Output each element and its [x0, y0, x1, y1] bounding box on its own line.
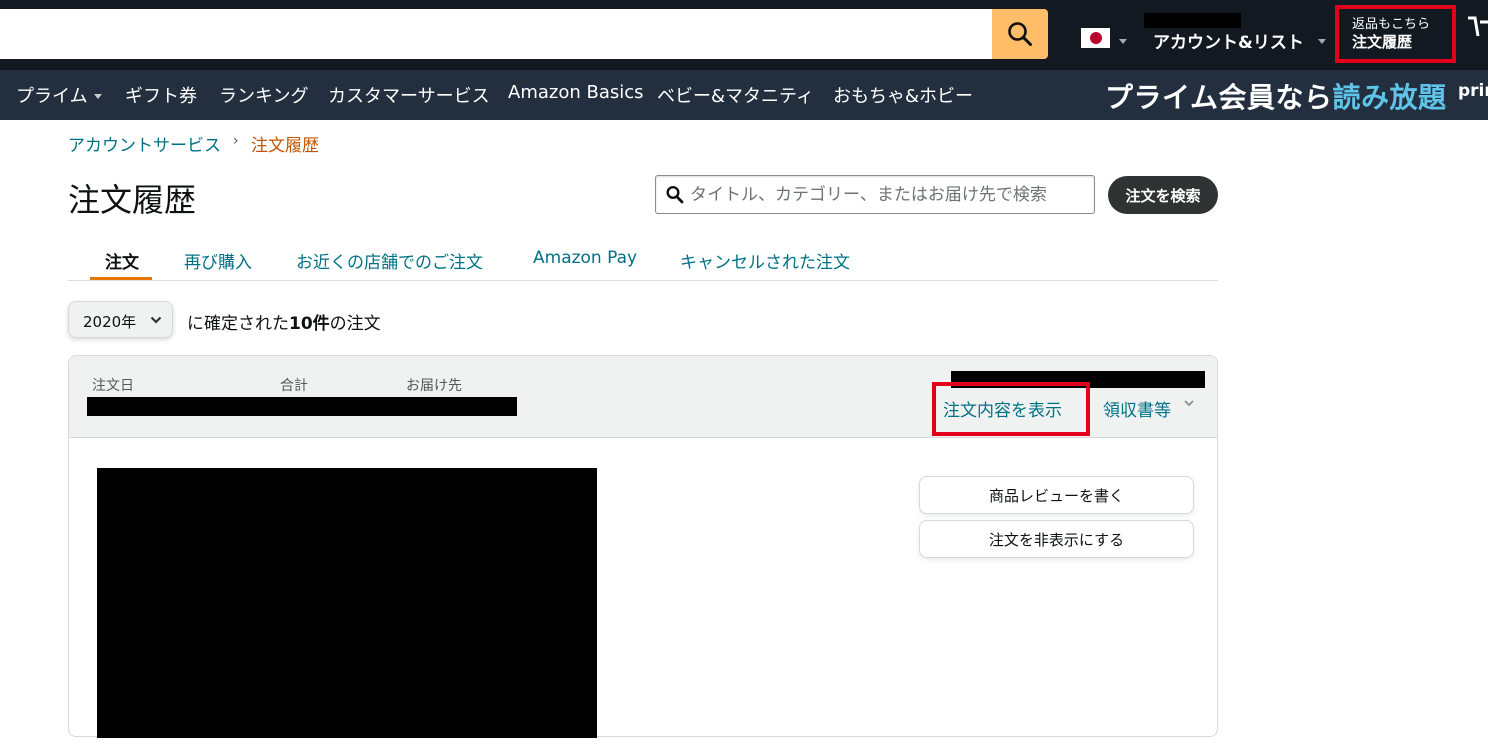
ship-to-label: お届け先 — [406, 378, 462, 394]
prime-promo-banner[interactable]: プライム会員なら読み放題 — [1105, 76, 1446, 116]
breadcrumb-separator-icon: › — [233, 133, 239, 149]
breadcrumb-account-services[interactable]: アカウントサービス — [68, 131, 221, 156]
redacted-account-name — [1144, 13, 1241, 28]
subnav-item-baby[interactable]: ベビー&マタニティ — [657, 82, 814, 108]
search-icon — [1008, 22, 1032, 46]
tabs-divider — [68, 280, 1218, 281]
subnav-item-amazon-basics[interactable]: Amazon Basics — [508, 82, 644, 103]
account-caret-icon — [1318, 39, 1326, 44]
orders-highlight-box — [1335, 5, 1456, 63]
order-total-label: 合計 — [280, 378, 308, 394]
search-input[interactable] — [0, 9, 992, 59]
order-count-summary: に確定された10件の注文 — [187, 314, 381, 334]
search-icon — [666, 185, 684, 204]
hide-order-button[interactable]: 注文を非表示にする — [919, 520, 1194, 558]
subnav-item-gift-cards[interactable]: ギフト券 — [125, 82, 197, 108]
japan-flag-icon[interactable] — [1081, 28, 1110, 48]
view-details-highlight-box — [932, 382, 1090, 436]
tab-buy-again[interactable]: 再び購入 — [184, 248, 252, 273]
write-review-button[interactable]: 商品レビューを書く — [919, 476, 1194, 514]
redacted-order-info — [87, 397, 517, 416]
subnav-item-toys[interactable]: おもちゃ&ホビー — [833, 82, 973, 108]
order-search-input[interactable] — [690, 180, 1086, 209]
breadcrumb-current: 注文履歴 — [251, 136, 319, 156]
chevron-down-icon — [150, 316, 162, 324]
tab-orders[interactable]: 注文 — [105, 248, 139, 273]
page-title: 注文履歴 — [68, 181, 197, 219]
order-date-label: 注文日 — [92, 378, 134, 394]
subnav-item-prime[interactable]: プライム — [16, 82, 88, 108]
order-search-field — [655, 175, 1095, 214]
tab-amazon-pay[interactable]: Amazon Pay — [533, 248, 637, 268]
subnav-item-customer-service[interactable]: カスタマーサービス — [328, 82, 490, 108]
search-bar — [0, 9, 1048, 59]
subnav-item-ranking[interactable]: ランキング — [219, 82, 308, 108]
language-caret-icon — [1119, 39, 1127, 44]
account-lists-link[interactable]: アカウント&リスト — [1153, 28, 1304, 53]
year-dropdown-value: 2020年 — [83, 313, 137, 331]
tab-cancelled-orders[interactable]: キャンセルされた注文 — [680, 248, 850, 273]
search-button[interactable] — [992, 9, 1048, 59]
cart-icon[interactable] — [1466, 14, 1488, 50]
tab-local-store-orders[interactable]: お近くの店舗でのご注文 — [296, 248, 483, 273]
redacted-product-image — [97, 468, 597, 738]
search-orders-button[interactable]: 注文を検索 — [1108, 176, 1218, 214]
amazon-orders-page: アカウント&リスト 返品もこちら 注文履歴 プライム ギフト券 ランキング カス… — [0, 0, 1488, 750]
year-dropdown[interactable]: 2020年 — [68, 301, 173, 338]
receipt-link[interactable]: 領収書等 — [1103, 396, 1171, 421]
chevron-down-icon[interactable] — [1183, 398, 1195, 408]
prime-logo-fragment: prim — [1458, 81, 1488, 101]
prime-caret-icon — [94, 94, 102, 99]
